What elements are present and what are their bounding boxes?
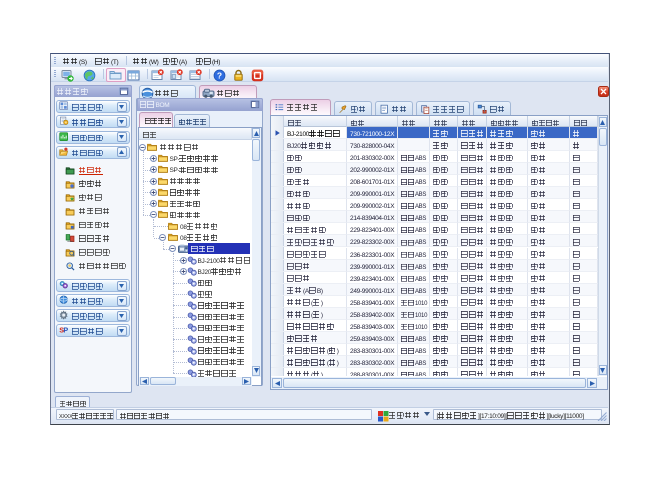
svg-text:?: ?: [217, 70, 222, 80]
svg-text:P: P: [63, 326, 68, 335]
